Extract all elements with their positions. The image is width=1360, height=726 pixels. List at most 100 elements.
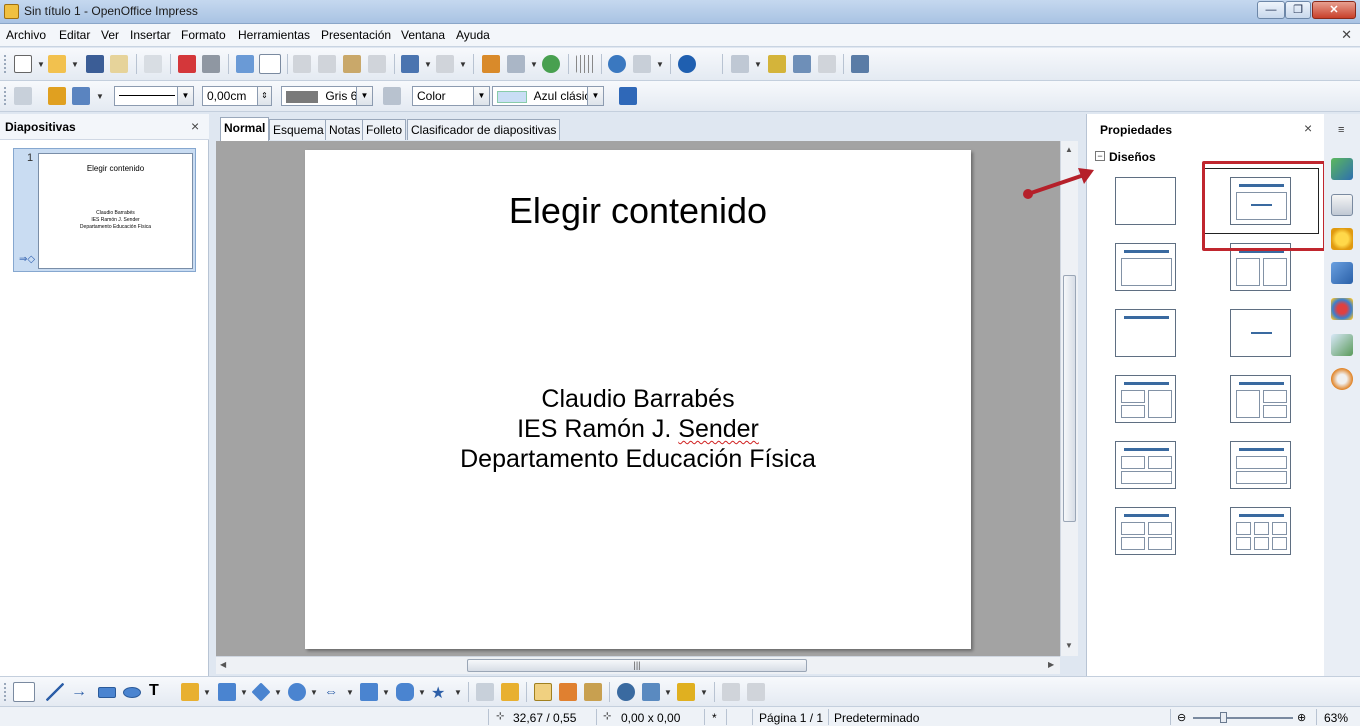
stars-icon[interactable]: ★ (431, 683, 449, 702)
slide-transition-deck-icon[interactable] (1331, 262, 1353, 284)
slide-thumbnail[interactable]: Elegir contenido Claudio Barrabés IES Ra… (38, 153, 193, 269)
master-pages-icon[interactable] (1331, 194, 1353, 216)
table-icon[interactable] (507, 55, 525, 73)
line-width-field[interactable]: 0,00cm ⇕ (202, 86, 272, 106)
zoom-slider[interactable] (1193, 717, 1293, 719)
minimize-button[interactable]: — (1257, 1, 1285, 19)
copy-icon[interactable] (318, 55, 336, 73)
connector-tool-icon[interactable] (218, 683, 236, 701)
layout-blank[interactable] (1115, 177, 1176, 225)
from-file-icon[interactable] (559, 683, 577, 701)
redo-icon[interactable] (436, 55, 454, 73)
slide-icon[interactable] (731, 55, 749, 73)
basic-shapes-icon[interactable] (251, 682, 271, 702)
menu-insertar[interactable]: Insertar (130, 28, 171, 42)
email-icon[interactable] (110, 55, 128, 73)
callouts-icon[interactable] (396, 683, 414, 701)
zoom-out-icon[interactable]: ⊖ (1177, 711, 1186, 724)
fontwork-gallery-icon[interactable] (534, 683, 552, 701)
tab-folleto[interactable]: Folleto (362, 119, 407, 140)
close-window-button[interactable]: ✕ (1312, 1, 1356, 19)
sidebar-menu-icon[interactable]: ≡ (1338, 124, 1344, 136)
menu-formato[interactable]: Formato (181, 28, 226, 42)
tab-notas[interactable]: Notas (325, 119, 365, 140)
new-document-icon[interactable] (14, 55, 32, 73)
slide-body-line[interactable]: Claudio Barrabés (305, 385, 971, 414)
slide-layout-icon[interactable] (793, 55, 811, 73)
open-folder-icon[interactable] (48, 55, 66, 73)
slide-body-line[interactable]: IES Ramón J. Sender (305, 415, 971, 444)
format-paintbrush-icon[interactable] (368, 55, 386, 73)
toolbar-grip[interactable] (4, 683, 8, 701)
line-arrow-tool-icon[interactable]: → (71, 683, 89, 701)
styles-formatting-icon[interactable] (1331, 298, 1353, 320)
flowchart-icon[interactable] (360, 683, 378, 701)
horizontal-scroll-thumb[interactable]: ||| (467, 659, 807, 672)
block-arrows-icon[interactable]: ⇔ (324, 683, 342, 701)
slide-canvas[interactable]: Elegir contenido Claudio Barrabés IES Ra… (305, 150, 971, 649)
slide-body-line[interactable]: Departamento Educación Física (305, 445, 971, 474)
shadow-icon[interactable] (619, 87, 637, 105)
arrange-icon[interactable] (677, 683, 695, 701)
zoom-in-icon[interactable]: ⊕ (1297, 711, 1306, 724)
left-splitter[interactable] (209, 114, 216, 676)
menu-archivo[interactable]: Archivo (6, 28, 46, 42)
select-pointer-icon[interactable] (13, 682, 35, 702)
layout-centered-text[interactable] (1230, 309, 1291, 357)
close-document-icon[interactable]: ✕ (1341, 27, 1352, 43)
tab-clasificador[interactable]: Clasificador de diapositivas (407, 119, 561, 140)
maximize-button[interactable]: ❐ (1285, 1, 1311, 19)
save-icon[interactable] (86, 55, 104, 73)
horizontal-scrollbar[interactable]: ◀ ||| ▶ (216, 656, 1060, 674)
vertical-scrollbar[interactable]: ▲ ▼ (1060, 141, 1078, 656)
slide-transition-icon[interactable] (818, 55, 836, 73)
layout-title-2content-content[interactable] (1115, 375, 1176, 423)
symbol-shapes-icon[interactable] (288, 683, 306, 701)
navigator-deck-icon[interactable] (1331, 368, 1353, 390)
export-pdf-icon[interactable] (178, 55, 196, 73)
navigator-icon[interactable] (608, 55, 626, 73)
toolbar-grip[interactable] (4, 55, 8, 73)
scroll-up-icon[interactable]: ▲ (1065, 145, 1073, 154)
custom-animation-icon[interactable] (1331, 228, 1353, 250)
print-icon[interactable] (202, 55, 220, 73)
tab-esquema[interactable]: Esquema (269, 119, 328, 140)
layout-title-only[interactable] (1115, 309, 1176, 357)
paste-icon[interactable] (343, 55, 361, 73)
points-icon[interactable] (476, 683, 494, 701)
text-tool-icon[interactable]: T (149, 682, 167, 700)
line-color-select[interactable]: Gris 6 ▼ (281, 86, 373, 106)
toolbar-grip[interactable] (4, 87, 8, 105)
edit-file-icon[interactable] (144, 55, 162, 73)
menu-ayuda[interactable]: Ayuda (456, 28, 490, 42)
help-icon[interactable] (678, 55, 696, 73)
chart-icon[interactable] (482, 55, 500, 73)
layout-title-content-2content[interactable] (1230, 375, 1291, 423)
zoom-level[interactable]: 63% (1324, 711, 1348, 725)
layout-title-4content[interactable] (1115, 507, 1176, 555)
layout-title-2content-over-content[interactable] (1115, 441, 1176, 489)
collapse-icon[interactable]: − (1095, 151, 1105, 161)
area-color-select[interactable]: Azul clásico ▼ (492, 86, 604, 106)
gallery-tool-icon[interactable] (584, 683, 602, 701)
modified-indicator[interactable]: * (712, 711, 717, 725)
slide-title[interactable]: Elegir contenido (305, 190, 971, 232)
vertical-scroll-thumb[interactable] (1063, 275, 1076, 522)
properties-pane-close-icon[interactable]: × (1304, 120, 1312, 136)
line-tool-icon[interactable] (46, 683, 64, 701)
slide-design-icon[interactable] (768, 55, 786, 73)
cut-icon[interactable] (293, 55, 311, 73)
rotate-icon[interactable] (617, 683, 635, 701)
area-fill-icon[interactable] (383, 87, 401, 105)
styles-icon[interactable] (14, 87, 32, 105)
line-style-select[interactable]: ▼ (114, 86, 194, 106)
tab-normal[interactable]: Normal (220, 117, 270, 141)
area-style-select[interactable]: Color ▼ (412, 86, 490, 106)
slides-pane-close-icon[interactable]: × (191, 118, 199, 134)
menu-ventana[interactable]: Ventana (401, 28, 445, 42)
rectangle-tool-icon[interactable] (98, 687, 116, 698)
scroll-left-icon[interactable]: ◀ (220, 660, 226, 669)
arrow-style-icon[interactable] (72, 87, 90, 105)
curve-tool-icon[interactable] (181, 683, 199, 701)
line-icon[interactable] (48, 87, 66, 105)
